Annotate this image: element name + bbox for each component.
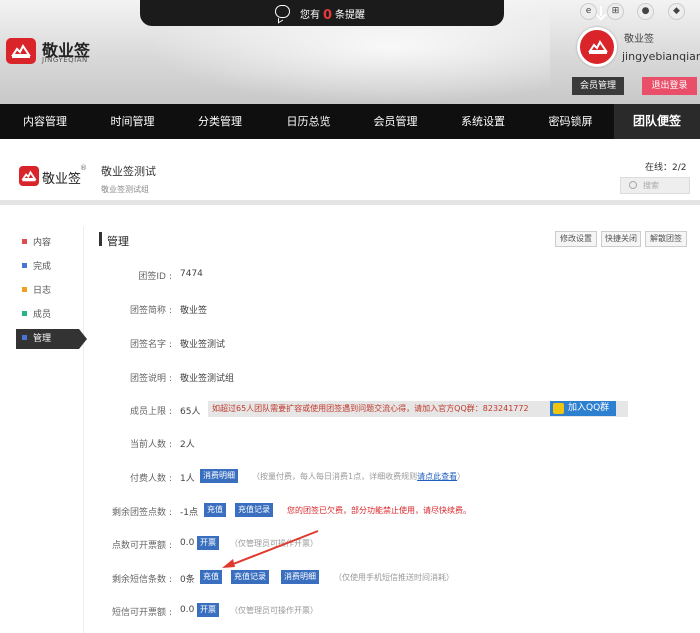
annotation-arrow: [222, 530, 319, 568]
